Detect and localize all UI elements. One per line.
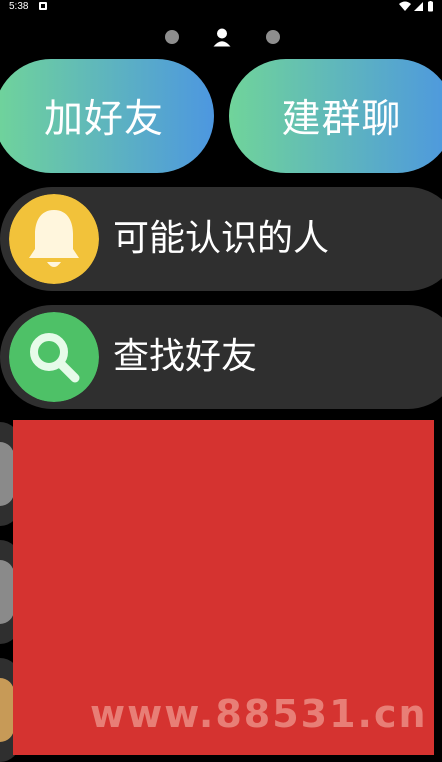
wifi-icon [399,1,411,11]
status-time: 5:38 [9,1,29,12]
person-icon[interactable] [212,27,232,47]
list-item-people-you-may-know[interactable]: 可能认识的人 [0,187,442,291]
avatar [0,442,14,506]
avatar [0,678,14,742]
add-friend-button[interactable]: 加好友 [0,59,214,173]
list-item-find-friends[interactable]: 查找好友 [0,305,442,409]
notification-icon [39,2,47,10]
signal-icon [414,2,423,11]
list-item-label: 查找好友 [113,336,258,377]
list-item-label: 可能认识的人 [113,218,330,259]
status-indicators [399,1,433,12]
watermark: www.88531.cn [90,692,428,736]
page-dot-left[interactable] [165,30,179,44]
status-bar: 5:38 [0,0,442,14]
page-indicator [0,27,442,47]
avatar [0,560,14,624]
page-dot-right[interactable] [266,30,280,44]
create-group-button[interactable]: 建群聊 [229,59,442,173]
bell-icon [9,194,99,284]
search-icon [9,312,99,402]
battery-icon [428,1,433,12]
